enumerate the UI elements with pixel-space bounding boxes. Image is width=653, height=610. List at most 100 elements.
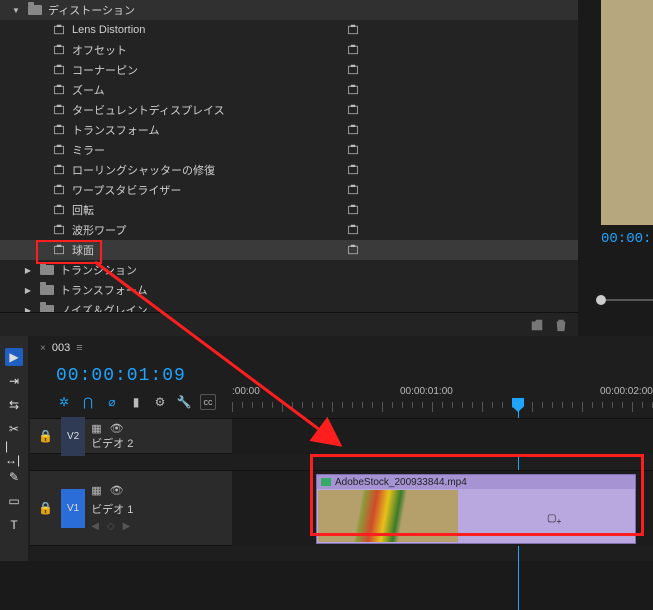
- program-monitor-image: [601, 0, 653, 225]
- effect-label: トランスフォーム: [72, 122, 159, 138]
- folder-label: トランジション: [60, 262, 137, 278]
- track-name-v2: ビデオ 2: [91, 435, 133, 451]
- wrench-icon[interactable]: 🔧: [176, 394, 192, 410]
- caret-down-icon: [10, 6, 22, 15]
- track-lane-v2[interactable]: [232, 418, 653, 454]
- preset-icon: [52, 64, 66, 76]
- track-header-v1[interactable]: 🔒 V1 ▦ 👁 ビデオ 1 ◀ ◇ ▶: [30, 470, 232, 546]
- effect-label: ワープスタビライザー: [72, 182, 181, 198]
- preset-icon: [346, 184, 360, 196]
- effects-panel-footer: [0, 312, 578, 336]
- track-target-v2[interactable]: V2: [61, 417, 85, 456]
- track-select-tool[interactable]: ⇥: [5, 372, 23, 390]
- selection-tool[interactable]: ▶: [5, 348, 23, 366]
- ruler-label-2: 00:00:02:00: [600, 386, 653, 397]
- preset-icon: [52, 144, 66, 156]
- ruler-label-1: 00:00:01:00: [400, 386, 453, 397]
- effect-item[interactable]: 回転: [0, 200, 578, 220]
- preset-icon: [52, 204, 66, 216]
- effect-label: ミラー: [72, 142, 105, 158]
- next-keyframe-icon[interactable]: ▶: [123, 521, 131, 532]
- preset-icon: [346, 124, 360, 136]
- folder-icon: [28, 5, 42, 15]
- new-bin-icon[interactable]: [530, 318, 544, 332]
- preset-icon: [346, 104, 360, 116]
- preset-icon: [346, 244, 360, 256]
- effect-item[interactable]: 球面: [0, 240, 578, 260]
- effects-panel: ディストーション Lens Distortion オフセットコーナーピンズームター…: [0, 0, 578, 336]
- playhead-timecode[interactable]: 00:00:01:09: [56, 366, 186, 386]
- effect-item[interactable]: タービュレントディスプレイス: [0, 100, 578, 120]
- track-header-v2[interactable]: 🔒 V2 ▦ 👁 ビデオ 2: [30, 418, 232, 454]
- folder-icon: [40, 265, 54, 275]
- caption-icon[interactable]: cc: [200, 394, 216, 410]
- tools-toolbar: ▶ ⇥ ⇆ ✂ |↔| ✎ ▭ T: [0, 336, 28, 561]
- eye-icon[interactable]: 👁: [110, 484, 124, 497]
- ripple-edit-tool[interactable]: ⇆: [5, 396, 23, 414]
- prev-keyframe-icon[interactable]: ◀: [91, 521, 99, 532]
- marker-icon[interactable]: ▮: [128, 394, 144, 410]
- effect-item[interactable]: トランスフォーム: [0, 120, 578, 140]
- preset-icon: [346, 164, 360, 176]
- effect-item[interactable]: オフセット: [0, 40, 578, 60]
- track-target-v1[interactable]: V1: [61, 489, 85, 528]
- lock-icon[interactable]: 🔒: [38, 429, 53, 443]
- effect-item[interactable]: ズーム: [0, 80, 578, 100]
- preset-icon: [52, 44, 66, 56]
- razor-tool[interactable]: ✂: [5, 420, 23, 438]
- effect-item[interactable]: ミラー: [0, 140, 578, 160]
- snap-icon[interactable]: ✲: [56, 394, 72, 410]
- preset-icon: [52, 164, 66, 176]
- magnet-icon[interactable]: ⋂: [80, 394, 96, 410]
- type-tool[interactable]: T: [5, 516, 23, 534]
- time-ruler[interactable]: :00:00 00:00:01:00 00:00:02:00: [232, 386, 653, 416]
- effect-item[interactable]: ローリングシャッターの修復: [0, 160, 578, 180]
- effects-folder-row[interactable]: トランスフォーム: [0, 280, 578, 300]
- program-zoom-slider[interactable]: [601, 290, 653, 310]
- eye-icon[interactable]: 👁: [110, 422, 124, 435]
- toggle-output-icon[interactable]: ▦: [91, 484, 101, 497]
- effect-label: 球面: [72, 242, 94, 258]
- caret-right-icon: [22, 266, 34, 275]
- hand-tool[interactable]: ▭: [5, 492, 23, 510]
- add-keyframe-icon[interactable]: ◇: [107, 521, 115, 532]
- toggle-output-icon[interactable]: ▦: [91, 422, 101, 435]
- pen-tool[interactable]: ✎: [5, 468, 23, 486]
- preset-icon: [52, 84, 66, 96]
- timeline-settings-row: ✲ ⋂ ⌀ ▮ ⚙ 🔧 cc: [56, 394, 216, 410]
- preset-icon: [346, 44, 360, 56]
- sequence-name: 003: [52, 342, 70, 354]
- preset-icon: [346, 224, 360, 236]
- lock-icon[interactable]: 🔒: [38, 501, 53, 515]
- effects-category-row[interactable]: ディストーション: [0, 0, 578, 20]
- category-label: ディストーション: [48, 2, 135, 18]
- preset-icon: [52, 224, 66, 236]
- program-monitor-sliver: 00:00:: [601, 0, 653, 300]
- folder-label: トランスフォーム: [60, 282, 147, 298]
- effect-item[interactable]: ワープスタビライザー: [0, 180, 578, 200]
- effects-folder-row[interactable]: トランジション: [0, 260, 578, 280]
- effect-item[interactable]: 波形ワープ: [0, 220, 578, 240]
- preset-icon: [52, 124, 66, 136]
- caret-right-icon: [22, 286, 34, 295]
- effect-label: Lens Distortion: [72, 24, 145, 36]
- effect-label: ローリングシャッターの修復: [72, 162, 215, 178]
- preset-icon: [52, 244, 66, 256]
- effect-label: コーナーピン: [72, 62, 138, 78]
- linked-selection-icon[interactable]: ⌀: [104, 394, 120, 410]
- slider-knob[interactable]: [596, 295, 606, 305]
- close-icon[interactable]: ×: [40, 343, 46, 354]
- annotation-highlight-target: [310, 454, 644, 536]
- trash-icon[interactable]: [554, 318, 568, 332]
- program-timecode: 00:00:: [601, 225, 653, 247]
- tab-menu-icon[interactable]: ≡: [76, 342, 82, 354]
- sequence-tab[interactable]: × 003 ≡: [40, 342, 83, 354]
- effect-item[interactable]: Lens Distortion: [0, 20, 578, 40]
- settings-icon[interactable]: ⚙: [152, 394, 168, 410]
- effect-label: オフセット: [72, 42, 127, 58]
- track-name-v1: ビデオ 1: [91, 501, 133, 517]
- preset-icon: [346, 204, 360, 216]
- slider-track: [606, 299, 653, 301]
- effect-item[interactable]: コーナーピン: [0, 60, 578, 80]
- slip-tool[interactable]: |↔|: [5, 444, 23, 462]
